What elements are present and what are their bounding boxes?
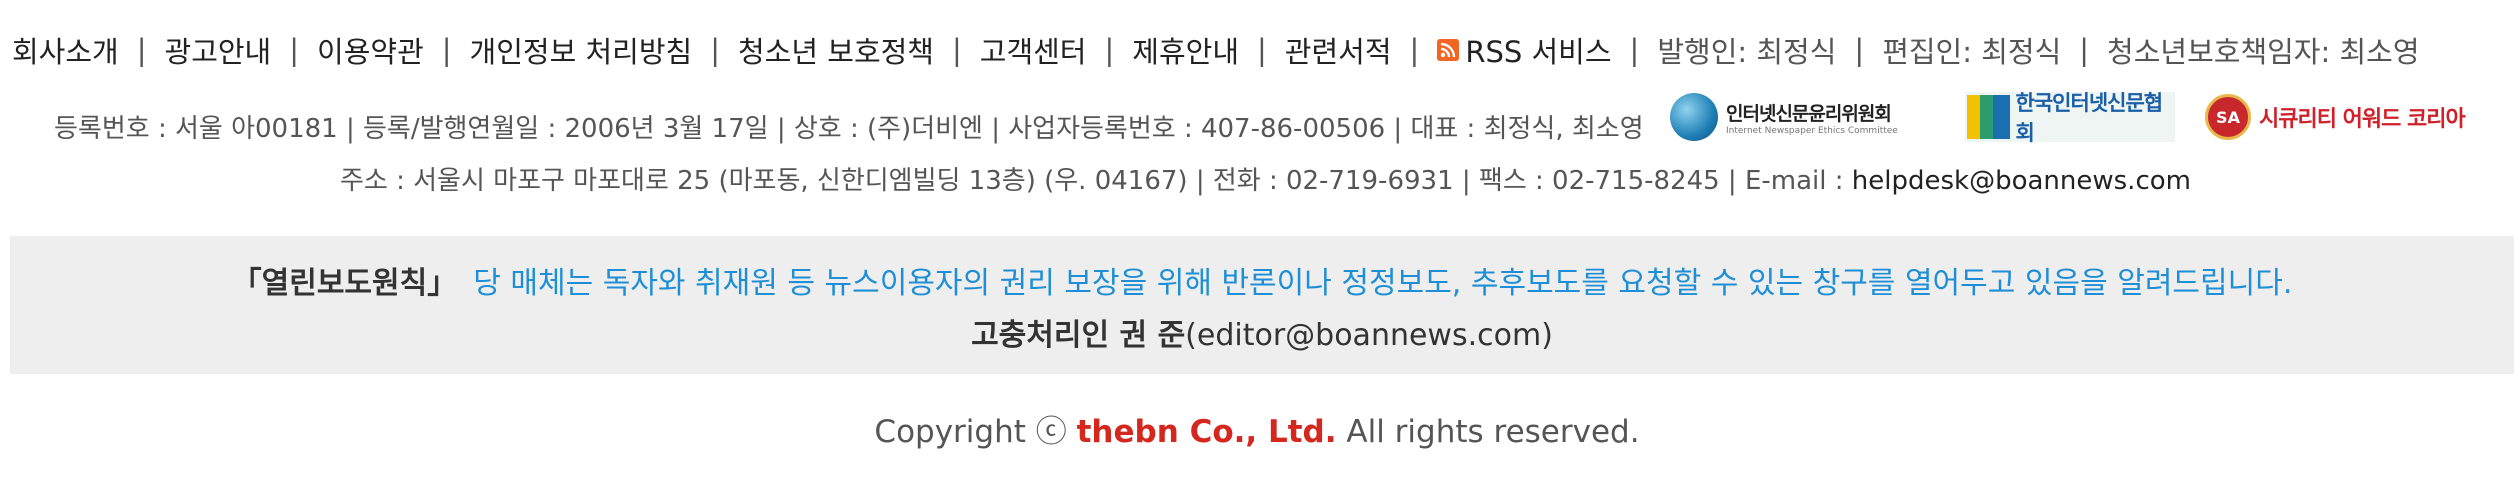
association-emblem-icon [1967, 95, 2010, 139]
copyright-notice: Copyright ⓒ thebn Co., Ltd. All rights r… [0, 406, 2514, 451]
editor-name: 편집인: 최정식 [1882, 35, 2062, 69]
grievance-officer-label: 고충처리인 권 준 [971, 318, 1186, 353]
helpdesk-email-link[interactable]: helpdesk@boannews.com [1852, 166, 2191, 196]
ethics-committee-name: 인터넷신문윤리위원회 [1726, 102, 1892, 125]
footer-nav: 회사소개 | 광고안내 | 이용약관 | 개인정보 처리방침 | 청소년 보호정… [12, 28, 2420, 72]
address-contact-text: 주소 : 서울시 마포구 마포대로 25 (마포동, 신한디엠빌딩 13층) (… [340, 166, 1852, 196]
nav-link-privacy-policy[interactable]: 개인정보 처리방침 [470, 29, 693, 71]
nav-separator: | [1629, 33, 1640, 67]
open-reporting-notice: 「열린보도원칙」 당 매체는 독자와 취재원 등 뉴스이용자의 권리 보장을 위해… [10, 236, 2514, 374]
association-name: 한국인터넷신문협회 [2015, 91, 2164, 145]
nav-link-customer-center[interactable]: 고객센터 [980, 29, 1087, 71]
ethics-committee-emblem-icon [1670, 93, 1718, 141]
ethics-committee-subtitle: Internet Newspaper Ethics Committee [1726, 125, 1898, 136]
nav-separator: | [1257, 33, 1267, 67]
notice-title: 「열린보도원칙」 [231, 266, 458, 301]
internet-newspaper-association-logo[interactable]: 한국인터넷신문협회 [1965, 91, 2175, 145]
nav-separator: | [951, 33, 962, 67]
security-award-korea-logo[interactable]: SA 시큐리티 어워드 코리아 [2205, 92, 2470, 142]
rss-service-link[interactable]: RSS 서비스 [1437, 29, 1612, 71]
nav-separator: | [441, 33, 452, 67]
nav-separator: | [710, 33, 720, 67]
nav-separator: | [289, 33, 300, 67]
nav-separator: | [1409, 33, 1420, 67]
nav-link-partnership[interactable]: 제휴안내 [1132, 29, 1239, 71]
nav-separator: | [136, 33, 147, 67]
copyright-prefix: Copyright ⓒ [874, 414, 1077, 450]
nav-separator: | [2079, 33, 2090, 67]
nav-link-youth-policy[interactable]: 청소년 보호정책 [738, 29, 934, 71]
nav-link-terms[interactable]: 이용약관 [317, 29, 424, 71]
publisher-name: 발행인: 최정식 [1657, 35, 1837, 69]
nav-separator: | [1854, 33, 1865, 67]
nav-link-company-intro[interactable]: 회사소개 [12, 29, 119, 71]
nav-link-ad-info[interactable]: 광고안내 [165, 29, 272, 71]
nav-separator: | [1104, 33, 1115, 67]
ethics-committee-logo[interactable]: 인터넷신문윤리위원회 Internet Newspaper Ethics Com… [1670, 92, 1910, 142]
address-contact-info: 주소 : 서울시 마포구 마포대로 25 (마포동, 신한디엠빌딩 13층) (… [340, 160, 2191, 197]
registration-info: 등록번호 : 서울 아00181 | 등록/발행연월일 : 2006년 3월 1… [54, 114, 1644, 144]
security-award-name: 시큐리티 어워드 코리아 [2259, 107, 2466, 132]
copyright-company: thebn Co., Ltd. [1076, 414, 1337, 450]
youth-officer-name: 청소년보호책임자: 최소영 [2107, 35, 2420, 69]
notice-text: 당 매체는 독자와 취재원 등 뉴스이용자의 권리 보장을 위해 반론이나 정정… [473, 266, 2293, 301]
grievance-officer-email[interactable]: (editor@boannews.com) [1185, 318, 1553, 353]
copyright-suffix: All rights reserved. [1336, 414, 1640, 450]
nav-link-related-books[interactable]: 관련서적 [1285, 29, 1392, 71]
rss-label: RSS 서비스 [1465, 35, 1612, 69]
security-award-badge-icon: SA [2205, 94, 2251, 140]
rss-icon [1437, 39, 1460, 61]
